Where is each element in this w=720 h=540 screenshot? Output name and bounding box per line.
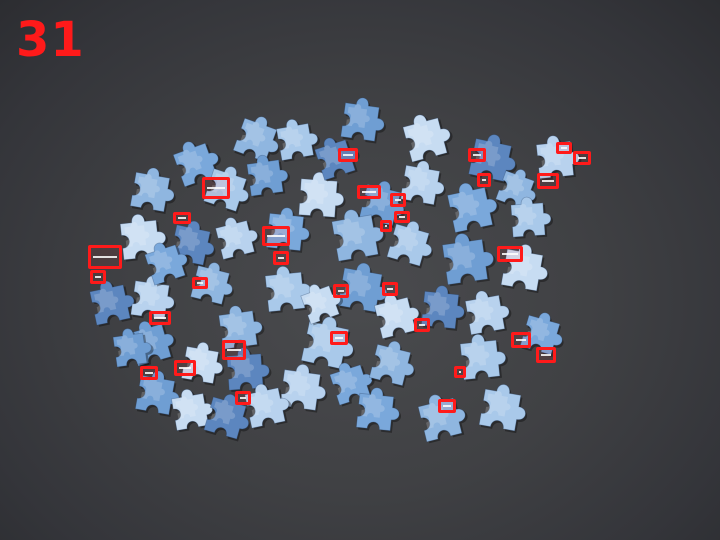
detection-marker: [573, 151, 591, 165]
puzzle-piece: [244, 383, 292, 430]
detection-marker: [468, 148, 486, 162]
puzzle-piece: [399, 160, 446, 208]
puzzle-piece: [264, 265, 313, 314]
detection-marker: [192, 277, 208, 289]
detection-marker: [497, 246, 523, 262]
puzzle-piece: [215, 217, 260, 261]
puzzle-pieces-scatter: [89, 97, 582, 444]
detection-marker: [537, 173, 559, 189]
detection-marker: [333, 284, 349, 298]
frame-count-label: 31: [16, 12, 85, 68]
detection-marker: [380, 220, 392, 232]
detection-marker: [262, 226, 290, 246]
puzzle-piece: [478, 384, 528, 434]
puzzle-piece: [276, 119, 320, 163]
detection-marker: [414, 318, 430, 332]
detection-marker: [149, 311, 171, 325]
detection-marker: [511, 332, 531, 348]
puzzle-piece: [417, 394, 468, 444]
detection-marker: [90, 270, 106, 284]
detection-marker: [173, 212, 191, 224]
detection-marker: [438, 399, 456, 413]
detection-marker: [357, 185, 381, 199]
puzzle-piece: [298, 171, 346, 220]
puzzle-piece: [441, 233, 496, 287]
detection-marker: [536, 347, 556, 363]
puzzle-photo: 31: [0, 0, 720, 540]
detection-marker: [338, 148, 358, 162]
detection-marker: [330, 331, 348, 345]
detection-marker: [394, 211, 410, 223]
detection-marker: [140, 366, 158, 380]
detection-marker: [382, 282, 398, 296]
detection-marker: [390, 193, 406, 207]
detection-marker: [477, 173, 491, 187]
puzzle-piece: [446, 182, 500, 235]
puzzle-piece: [129, 167, 176, 215]
puzzle-piece: [402, 114, 453, 164]
detection-marker: [202, 177, 230, 199]
detection-marker: [273, 251, 289, 265]
puzzle-piece: [368, 340, 416, 389]
puzzle-piece: [464, 290, 512, 337]
detection-marker: [454, 366, 466, 378]
detection-marker: [88, 245, 122, 269]
detection-marker: [235, 391, 251, 405]
detection-marker: [556, 142, 572, 154]
puzzle-piece: [459, 333, 508, 382]
puzzle-piece: [340, 97, 386, 144]
detection-marker: [222, 340, 246, 360]
detection-marker: [174, 360, 196, 376]
